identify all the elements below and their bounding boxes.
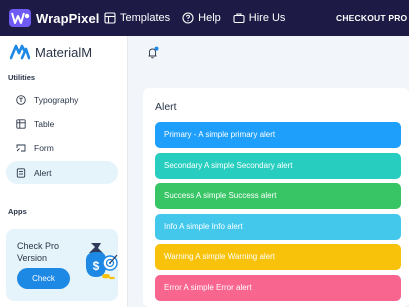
materialm-logo-icon <box>10 44 30 60</box>
sidebar-item-form[interactable]: Form <box>6 136 118 159</box>
bell-icon[interactable] <box>147 46 159 60</box>
check-pro-card: Check Pro Version Check $ <box>6 229 118 301</box>
sidebar-item-label: Typography <box>34 94 79 105</box>
sidebar-item-label: Table <box>34 118 55 129</box>
pro-card-title: Check Pro Version <box>17 241 60 263</box>
briefcase-icon <box>233 13 245 24</box>
sidebar-item-table[interactable]: Table <box>6 112 118 135</box>
alert-primary: Primary - A simple primary alert <box>155 122 401 148</box>
templates-label: Templates <box>120 12 171 24</box>
hire-us-label: Hire Us <box>248 12 286 24</box>
check-button[interactable]: Check <box>17 268 70 289</box>
top-nav: Templates Help Hire Us <box>104 0 297 36</box>
wrappixel-logo-icon <box>9 9 31 27</box>
checkout-pro-link[interactable]: CHECKOUT PRO VER <box>336 0 409 36</box>
form-icon <box>16 144 26 151</box>
svg-text:$: $ <box>93 259 100 273</box>
sidebar-item-typography[interactable]: Typography <box>6 88 118 111</box>
top-bar: WrapPixel Templates Help Hire Us CHECKOU… <box>0 0 409 36</box>
app-name: MaterialM <box>35 44 93 60</box>
layout-icon <box>104 12 116 24</box>
alert-success: Success A simple Success alert <box>155 183 401 209</box>
templates-link[interactable]: Templates <box>104 12 170 24</box>
help-label: Help <box>198 12 221 24</box>
typography-icon <box>16 94 26 105</box>
sidebar-item-label: Alert <box>34 167 52 178</box>
brand-logo[interactable]: WrapPixel <box>9 9 100 27</box>
help-link[interactable]: Help <box>182 12 221 24</box>
hire-us-link[interactable]: Hire Us <box>233 12 286 24</box>
money-bag-icon: $ <box>85 243 118 280</box>
alert-info: Info A simple Info alert <box>155 214 401 240</box>
alert-error: Error A simple Error alert <box>155 275 401 301</box>
alert-card: Alert Primary - A simple primary alert S… <box>143 88 409 307</box>
sidebar: MaterialM Utilities Typography Table For… <box>0 36 128 307</box>
card-title: Alert <box>155 101 177 113</box>
sidebar-item-label: Form <box>34 142 54 153</box>
app-logo[interactable]: MaterialM <box>10 44 92 60</box>
alert-icon <box>16 167 26 178</box>
section-utilities: Utilities <box>8 73 36 82</box>
brand-name: WrapPixel <box>36 10 100 26</box>
section-apps: Apps <box>8 207 27 216</box>
alert-warning: Warning A simple Warning alert <box>155 244 401 270</box>
alert-secondary: Secondary A simple Secondary alert <box>155 153 401 179</box>
sidebar-item-alert[interactable]: Alert <box>6 161 118 184</box>
main-content: Alert Primary - A simple primary alert S… <box>128 36 409 307</box>
table-icon <box>16 118 26 129</box>
help-circle-icon <box>182 12 194 24</box>
